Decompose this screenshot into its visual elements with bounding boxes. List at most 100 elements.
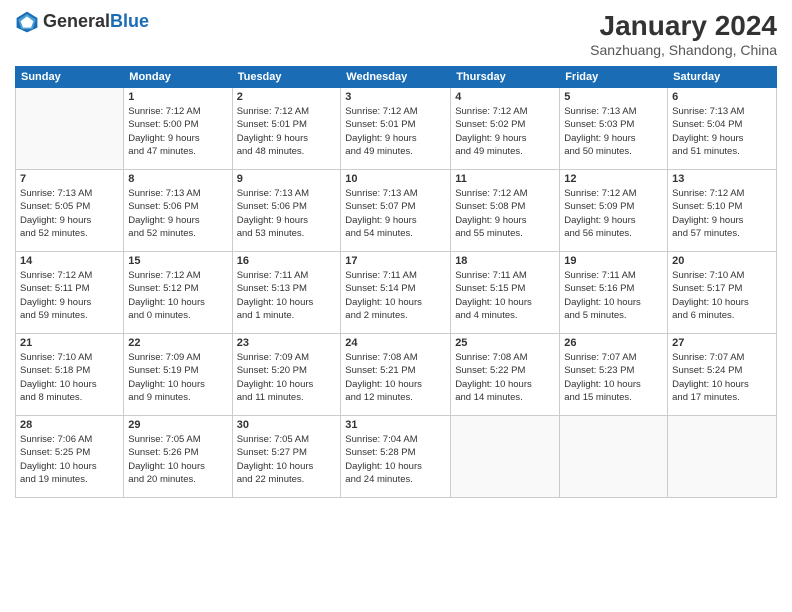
calendar-week-1: 1Sunrise: 7:12 AMSunset: 5:00 PMDaylight… <box>16 88 777 170</box>
table-row: 1Sunrise: 7:12 AMSunset: 5:00 PMDaylight… <box>124 88 232 170</box>
day-info: Sunrise: 7:13 AMSunset: 5:07 PMDaylight:… <box>345 187 446 240</box>
day-number: 16 <box>237 255 337 267</box>
table-row: 27 Sunrise: 7:07 AMSunset: 5:24 PMDayligh… <box>668 334 777 416</box>
logo-blue: Blue <box>110 11 149 31</box>
day-number: 8 <box>128 173 227 185</box>
logo: GeneralBlue <box>15 10 149 34</box>
day-info: Sunrise: 7:10 AMSunset: 5:18 PMDaylight:… <box>20 351 119 404</box>
day-info: Sunrise: 7:12 AMSunset: 5:08 PMDaylight:… <box>455 187 555 240</box>
day-number: 18 <box>455 255 555 267</box>
day-info: Sunrise: 7:07 AMSunset: 5:23 PMDaylight:… <box>564 351 663 404</box>
table-row: 2 Sunrise: 7:12 AMSunset: 5:01 PMDaylight… <box>232 88 341 170</box>
day-number: 14 <box>20 255 119 267</box>
day-info: Sunrise: 7:12 AMSunset: 5:12 PMDaylight:… <box>128 269 227 322</box>
day-number: 21 <box>20 337 119 349</box>
day-number: 9 <box>237 173 337 185</box>
day-info: Sunrise: 7:13 AMSunset: 5:06 PMDaylight:… <box>128 187 227 240</box>
day-number: 17 <box>345 255 446 267</box>
location-subtitle: Sanzhuang, Shandong, China <box>590 42 777 58</box>
day-number: 12 <box>564 173 663 185</box>
calendar-week-4: 21 Sunrise: 7:10 AMSunset: 5:18 PMDayligh… <box>16 334 777 416</box>
table-row: 8 Sunrise: 7:13 AMSunset: 5:06 PMDaylight… <box>124 170 232 252</box>
day-info: Sunrise: 7:12 AMSunset: 5:09 PMDaylight:… <box>564 187 663 240</box>
day-number: 30 <box>237 419 337 431</box>
day-number: 3 <box>345 91 446 103</box>
table-row: 3 Sunrise: 7:12 AMSunset: 5:01 PMDaylight… <box>341 88 451 170</box>
logo-text: GeneralBlue <box>43 12 149 32</box>
table-row: 6 Sunrise: 7:13 AMSunset: 5:04 PMDaylight… <box>668 88 777 170</box>
calendar-header-row: Sunday Monday Tuesday Wednesday Thursday… <box>16 67 777 88</box>
title-area: January 2024 Sanzhuang, Shandong, China <box>590 10 777 58</box>
table-row: 28Sunrise: 7:06 AMSunset: 5:25 PMDayligh… <box>16 416 124 498</box>
day-number: 19 <box>564 255 663 267</box>
table-row: 24 Sunrise: 7:08 AMSunset: 5:21 PMDayligh… <box>341 334 451 416</box>
day-info: Sunrise: 7:12 AMSunset: 5:10 PMDaylight:… <box>672 187 772 240</box>
day-number: 20 <box>672 255 772 267</box>
table-row: 19 Sunrise: 7:11 AMSunset: 5:16 PMDayligh… <box>560 252 668 334</box>
day-number: 24 <box>345 337 446 349</box>
table-row: 21 Sunrise: 7:10 AMSunset: 5:18 PMDayligh… <box>16 334 124 416</box>
table-row <box>668 416 777 498</box>
day-info: Sunrise: 7:12 AMSunset: 5:01 PMDaylight:… <box>237 105 337 158</box>
table-row: 17 Sunrise: 7:11 AMSunset: 5:14 PMDayligh… <box>341 252 451 334</box>
day-info: Sunrise: 7:09 AMSunset: 5:20 PMDaylight:… <box>237 351 337 404</box>
table-row: 7 Sunrise: 7:13 AMSunset: 5:05 PMDaylight… <box>16 170 124 252</box>
calendar-week-5: 28Sunrise: 7:06 AMSunset: 5:25 PMDayligh… <box>16 416 777 498</box>
day-number: 31 <box>345 419 446 431</box>
header-saturday: Saturday <box>668 67 777 88</box>
day-number: 23 <box>237 337 337 349</box>
header-friday: Friday <box>560 67 668 88</box>
table-row: 25Sunrise: 7:08 AMSunset: 5:22 PMDayligh… <box>451 334 560 416</box>
table-row: 30 Sunrise: 7:05 AMSunset: 5:27 PMDayligh… <box>232 416 341 498</box>
day-info: Sunrise: 7:11 AMSunset: 5:13 PMDaylight:… <box>237 269 337 322</box>
table-row: 15Sunrise: 7:12 AMSunset: 5:12 PMDayligh… <box>124 252 232 334</box>
table-row: 29Sunrise: 7:05 AMSunset: 5:26 PMDayligh… <box>124 416 232 498</box>
page: GeneralBlue January 2024 Sanzhuang, Shan… <box>0 0 792 612</box>
day-number: 1 <box>128 91 227 103</box>
day-info: Sunrise: 7:09 AMSunset: 5:19 PMDaylight:… <box>128 351 227 404</box>
table-row: 4Sunrise: 7:12 AMSunset: 5:02 PMDaylight… <box>451 88 560 170</box>
day-number: 28 <box>20 419 119 431</box>
table-row: 10Sunrise: 7:13 AMSunset: 5:07 PMDayligh… <box>341 170 451 252</box>
table-row <box>560 416 668 498</box>
logo-icon <box>15 10 39 34</box>
day-info: Sunrise: 7:12 AMSunset: 5:11 PMDaylight:… <box>20 269 119 322</box>
table-row: 9 Sunrise: 7:13 AMSunset: 5:06 PMDaylight… <box>232 170 341 252</box>
day-number: 11 <box>455 173 555 185</box>
day-info: Sunrise: 7:05 AMSunset: 5:26 PMDaylight:… <box>128 433 227 486</box>
day-info: Sunrise: 7:13 AMSunset: 5:05 PMDaylight:… <box>20 187 119 240</box>
day-info: Sunrise: 7:13 AMSunset: 5:03 PMDaylight:… <box>564 105 663 158</box>
header-monday: Monday <box>124 67 232 88</box>
table-row: 18Sunrise: 7:11 AMSunset: 5:15 PMDayligh… <box>451 252 560 334</box>
table-row: 26Sunrise: 7:07 AMSunset: 5:23 PMDayligh… <box>560 334 668 416</box>
header-wednesday: Wednesday <box>341 67 451 88</box>
day-number: 2 <box>237 91 337 103</box>
calendar-table: Sunday Monday Tuesday Wednesday Thursday… <box>15 66 777 498</box>
table-row <box>16 88 124 170</box>
table-row: 22 Sunrise: 7:09 AMSunset: 5:19 PMDayligh… <box>124 334 232 416</box>
day-number: 13 <box>672 173 772 185</box>
table-row <box>451 416 560 498</box>
day-info: Sunrise: 7:11 AMSunset: 5:14 PMDaylight:… <box>345 269 446 322</box>
day-info: Sunrise: 7:12 AMSunset: 5:01 PMDaylight:… <box>345 105 446 158</box>
header: GeneralBlue January 2024 Sanzhuang, Shan… <box>15 10 777 58</box>
day-info: Sunrise: 7:07 AMSunset: 5:24 PMDaylight:… <box>672 351 772 404</box>
day-number: 7 <box>20 173 119 185</box>
table-row: 5 Sunrise: 7:13 AMSunset: 5:03 PMDaylight… <box>560 88 668 170</box>
day-info: Sunrise: 7:11 AMSunset: 5:16 PMDaylight:… <box>564 269 663 322</box>
day-number: 6 <box>672 91 772 103</box>
day-number: 5 <box>564 91 663 103</box>
day-info: Sunrise: 7:08 AMSunset: 5:21 PMDaylight:… <box>345 351 446 404</box>
month-title: January 2024 <box>590 10 777 42</box>
day-number: 27 <box>672 337 772 349</box>
day-info: Sunrise: 7:13 AMSunset: 5:06 PMDaylight:… <box>237 187 337 240</box>
day-info: Sunrise: 7:05 AMSunset: 5:27 PMDaylight:… <box>237 433 337 486</box>
table-row: 31Sunrise: 7:04 AMSunset: 5:28 PMDayligh… <box>341 416 451 498</box>
day-number: 22 <box>128 337 227 349</box>
calendar-week-2: 7 Sunrise: 7:13 AMSunset: 5:05 PMDaylight… <box>16 170 777 252</box>
table-row: 13 Sunrise: 7:12 AMSunset: 5:10 PMDayligh… <box>668 170 777 252</box>
calendar-week-3: 14 Sunrise: 7:12 AMSunset: 5:11 PMDayligh… <box>16 252 777 334</box>
day-info: Sunrise: 7:13 AMSunset: 5:04 PMDaylight:… <box>672 105 772 158</box>
logo-general: General <box>43 11 110 31</box>
table-row: 14 Sunrise: 7:12 AMSunset: 5:11 PMDayligh… <box>16 252 124 334</box>
